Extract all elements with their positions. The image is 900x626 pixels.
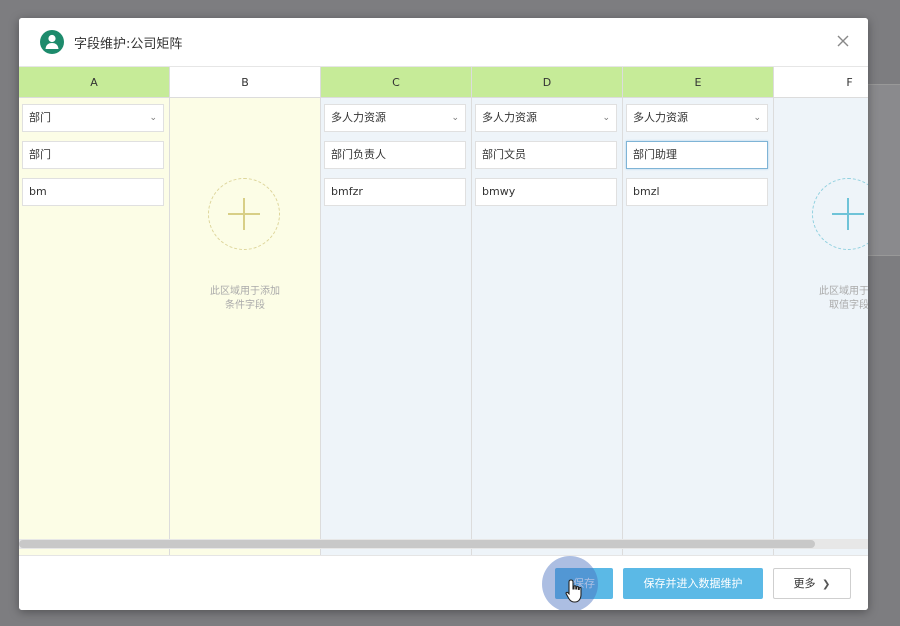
condition-area-hint: 此区域用于添加 条件字段 <box>210 286 280 311</box>
add-condition-field-button[interactable] <box>208 178 280 250</box>
field-name-input[interactable]: 部门负责人 <box>324 141 466 169</box>
column-header-c[interactable]: C <box>321 67 471 98</box>
column-header-a[interactable]: A <box>19 67 169 98</box>
chevron-down-icon: ⌄ <box>753 113 761 123</box>
field-type-value: 多人力资源 <box>331 111 386 124</box>
field-code-input[interactable]: bmwy <box>475 178 617 206</box>
save-button[interactable]: 保存 <box>555 568 613 599</box>
close-icon[interactable] <box>830 28 856 54</box>
field-type-select[interactable]: 部门 ⌄ <box>22 104 164 132</box>
plus-icon <box>228 198 260 230</box>
chevron-down-icon: ⌄ <box>149 113 157 123</box>
column-c: C 多人力资源 ⌄ 部门负责人 bmfzr <box>321 67 472 555</box>
chevron-down-icon: ⌄ <box>451 113 459 123</box>
chevron-down-icon: ⌄ <box>602 113 610 123</box>
chevron-right-icon: ❯ <box>822 579 831 590</box>
column-d: D 多人力资源 ⌄ 部门文员 bmwy <box>472 67 623 555</box>
dialog-footer: 保存 保存并进入数据维护 更多 ❯ <box>19 555 868 610</box>
column-b: B 此区域用于添加 条件字段 <box>170 67 321 555</box>
column-header-f[interactable]: F <box>774 67 868 98</box>
field-name-input[interactable]: 部门文员 <box>475 141 617 169</box>
plus-icon <box>832 198 864 230</box>
add-value-field-button[interactable] <box>812 178 868 250</box>
field-type-value: 多人力资源 <box>633 111 688 124</box>
column-f: F 此区域用于添 取值字段 <box>774 67 868 555</box>
field-code-input[interactable]: bmzl <box>626 178 768 206</box>
column-e: E 多人力资源 ⌄ 部门助理 bmzl <box>623 67 774 555</box>
field-type-select[interactable]: 多人力资源 ⌄ <box>626 104 768 132</box>
backdrop-page <box>868 84 900 256</box>
field-column-grid: A 部门 ⌄ 部门 bm B 此区域用于添加 条件字段 C 多人力资源 ⌄ 部门… <box>19 67 868 555</box>
scrollbar-thumb[interactable] <box>19 540 815 548</box>
dialog-title: 字段维护:公司矩阵 <box>74 37 183 52</box>
field-type-select[interactable]: 多人力资源 ⌄ <box>475 104 617 132</box>
value-area-hint: 此区域用于添 取值字段 <box>819 286 868 311</box>
field-type-select[interactable]: 多人力资源 ⌄ <box>324 104 466 132</box>
field-name-input[interactable]: 部门 <box>22 141 164 169</box>
column-header-b[interactable]: B <box>170 67 320 98</box>
dialog-header: 字段维护:公司矩阵 <box>19 18 868 67</box>
column-header-e[interactable]: E <box>623 67 773 98</box>
more-button-label: 更多 <box>793 577 816 590</box>
save-and-enter-data-button[interactable]: 保存并进入数据维护 <box>623 568 763 599</box>
horizontal-scrollbar[interactable] <box>19 539 868 549</box>
field-maintenance-dialog: 字段维护:公司矩阵 A 部门 ⌄ 部门 bm B 此区域用于添加 条件字段 C … <box>19 18 868 610</box>
more-button[interactable]: 更多 ❯ <box>773 568 851 599</box>
field-name-input[interactable]: 部门助理 <box>626 141 768 169</box>
field-code-input[interactable]: bmfzr <box>324 178 466 206</box>
field-type-value: 部门 <box>29 111 51 124</box>
field-code-input[interactable]: bm <box>22 178 164 206</box>
user-icon <box>40 30 64 54</box>
column-a: A 部门 ⌄ 部门 bm <box>19 67 170 555</box>
column-header-d[interactable]: D <box>472 67 622 98</box>
field-type-value: 多人力资源 <box>482 111 537 124</box>
